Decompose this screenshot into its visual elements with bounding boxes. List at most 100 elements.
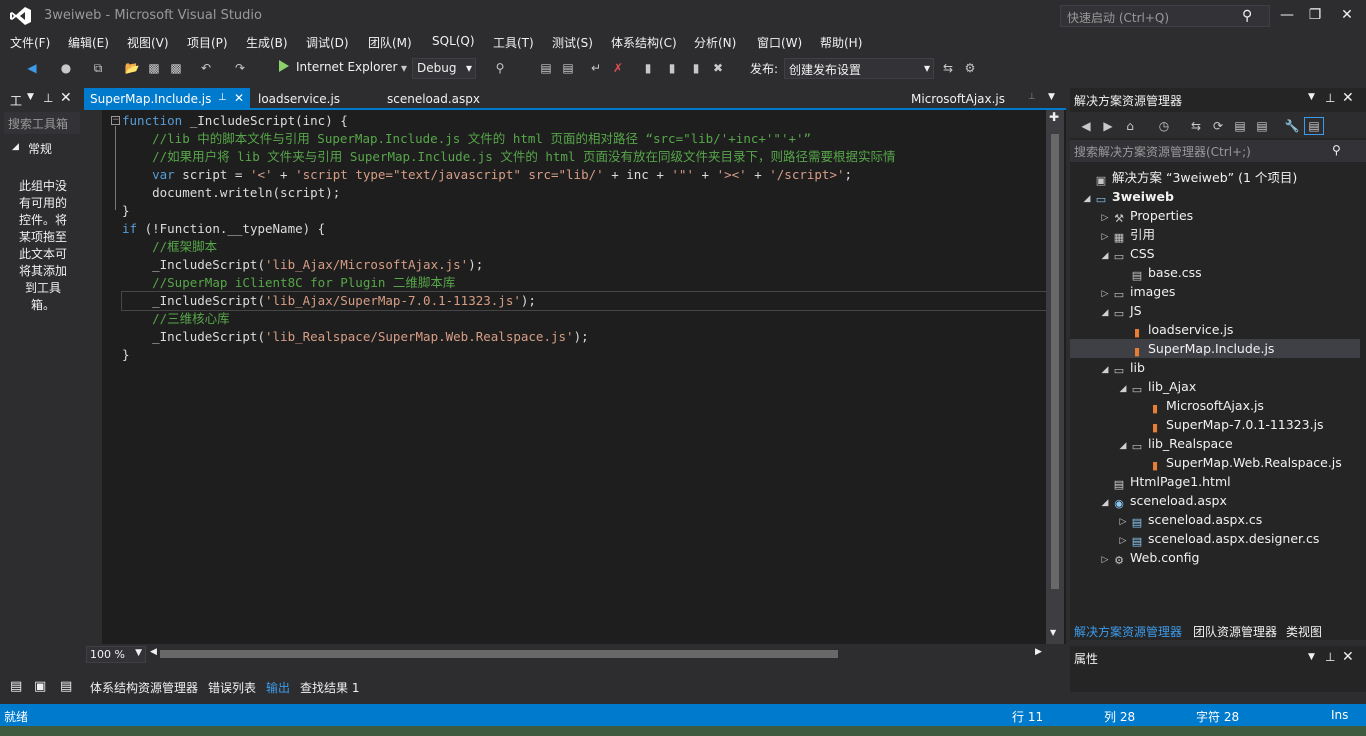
refresh-icon[interactable]: ⟳ <box>1210 118 1226 134</box>
menu-build[interactable]: 生成(B) <box>246 34 288 51</box>
bookmark-icon[interactable]: ▮ <box>640 60 656 76</box>
back-icon[interactable]: ◀ <box>24 60 40 76</box>
menu-team[interactable]: 团队(M) <box>368 34 412 51</box>
collapse-toggle-icon[interactable]: − <box>111 116 120 125</box>
menu-architecture[interactable]: 体系结构(C) <box>611 34 677 51</box>
tree-item[interactable]: ▮ MicrosoftAjax.js <box>1070 396 1360 415</box>
restore-button[interactable]: ❐ <box>1300 4 1330 26</box>
tree-item[interactable]: ◢ ▭ lib_Ajax <box>1070 377 1360 396</box>
publish-select[interactable]: 创建发布设置 ▾ <box>784 58 934 79</box>
search-icon[interactable]: ⚲ <box>1332 143 1341 157</box>
toolbox-icon[interactable]: ▤ <box>60 679 72 694</box>
minimize-button[interactable]: — <box>1272 4 1302 26</box>
tree-item[interactable]: ▮ SuperMap-7.0.1-11323.js <box>1070 415 1360 434</box>
pin-icon[interactable]: ⊥ <box>43 91 53 105</box>
pin-icon[interactable]: ⊥ <box>218 92 227 103</box>
tree-item[interactable]: ▤ base.css <box>1070 263 1360 282</box>
menu-test[interactable]: 测试(S) <box>552 34 593 51</box>
tab-microsoftajax[interactable]: MicrosoftAjax.js <box>905 88 1011 110</box>
tab-sceneload[interactable]: sceneload.aspx <box>381 88 486 110</box>
chevron-down-icon[interactable]: ▼ <box>27 92 34 102</box>
tab-solution-explorer[interactable]: 解决方案资源管理器 <box>1074 623 1182 640</box>
undo-icon[interactable]: ↶ <box>198 60 214 76</box>
vertical-scrollbar[interactable]: ✚ ▼ <box>1046 110 1064 644</box>
search-icon[interactable]: ⚲ <box>1242 8 1258 24</box>
chevron-down-icon[interactable]: ▼ <box>1308 652 1315 662</box>
uncomment-icon[interactable]: ✗ <box>610 60 626 76</box>
save-icon[interactable]: ▩ <box>146 60 162 76</box>
collapsed-triangle-icon[interactable]: ▷ <box>1098 551 1112 570</box>
configuration-select[interactable]: Debug ▾ <box>412 58 476 79</box>
tab-team-explorer[interactable]: 团队资源管理器 <box>1193 623 1277 640</box>
close-icon[interactable]: ✕ <box>1342 649 1354 665</box>
menu-view[interactable]: 视图(V) <box>127 34 169 51</box>
pin-icon[interactable]: ⊥ <box>1028 92 1036 102</box>
tab-overflow-chevron-icon[interactable]: ▼ <box>1048 92 1055 102</box>
tree-item[interactable]: ◢ ▭ CSS <box>1070 244 1360 263</box>
tab-class-view[interactable]: 类视图 <box>1286 623 1322 640</box>
tree-item[interactable]: ◢ ▭ lib_Realspace <box>1070 434 1360 453</box>
menu-sql[interactable]: SQL(Q) <box>432 34 475 48</box>
close-button[interactable]: ✕ <box>1332 4 1362 26</box>
tree-item[interactable]: ▷ ▤ sceneload.aspx.designer.cs <box>1070 529 1360 548</box>
properties-wrench-icon[interactable]: 🔧 <box>1284 118 1300 134</box>
settings-gear-icon[interactable]: ⚙ <box>962 60 978 76</box>
prev-bookmark-icon[interactable]: ▮ <box>664 60 680 76</box>
tab-supermap-include[interactable]: SuperMap.Include.js ⊥ ✕ <box>84 88 250 110</box>
save-all-icon[interactable]: ▩ <box>168 60 184 76</box>
tree-item[interactable]: ◢ ◉ sceneload.aspx <box>1070 491 1360 510</box>
server-explorer-icon[interactable]: ▤ <box>10 679 22 694</box>
menu-debug[interactable]: 调试(D) <box>306 34 349 51</box>
sync-icon[interactable]: ⇆ <box>1188 118 1204 134</box>
toolbox-group-general[interactable]: ◢ 常规 <box>12 140 52 157</box>
forward-icon[interactable]: ● <box>58 60 74 76</box>
chevron-down-icon[interactable]: ▾ <box>396 60 412 76</box>
image-icon[interactable]: ▣ <box>34 679 46 694</box>
scroll-left-icon[interactable]: ◀ <box>150 647 157 657</box>
collapse-all-icon[interactable]: ▤ <box>1232 118 1248 134</box>
menu-tools[interactable]: 工具(T) <box>493 34 534 51</box>
tab-find-results[interactable]: 查找结果 1 <box>300 679 359 696</box>
sync-icon[interactable]: ⇆ <box>940 60 956 76</box>
tab-error-list[interactable]: 错误列表 <box>208 679 256 696</box>
zoom-select[interactable]: 100 % ▼ <box>86 646 146 663</box>
chevron-down-icon[interactable]: ▼ <box>1308 92 1315 102</box>
tree-item[interactable]: ▷ ⚒ Properties <box>1070 206 1360 225</box>
tree-item[interactable]: ▷ ⚙ Web.config <box>1070 548 1360 567</box>
home-icon[interactable]: ⌂ <box>1122 118 1138 134</box>
back-icon[interactable]: ◀ <box>1078 118 1094 134</box>
close-icon[interactable]: ✕ <box>1342 90 1354 106</box>
open-file-icon[interactable]: 📂 <box>124 60 140 76</box>
find-icon[interactable]: ⚲ <box>492 60 508 76</box>
pin-icon[interactable]: ⊥ <box>1325 91 1335 105</box>
code-editor[interactable]: − function _IncludeScript(inc) { //lib 中… <box>84 110 1066 644</box>
tree-item[interactable]: ▮ SuperMap.Web.Realspace.js <box>1070 453 1360 472</box>
tree-item[interactable]: ▤ HtmlPage1.html <box>1070 472 1360 491</box>
scroll-down-icon[interactable]: ▼ <box>1050 628 1056 637</box>
forward-icon[interactable]: ▶ <box>1100 118 1116 134</box>
menu-edit[interactable]: 编辑(E) <box>68 34 109 51</box>
history-icon[interactable]: ◷ <box>1156 118 1172 134</box>
clear-bookmarks-icon[interactable]: ✖ <box>710 60 726 76</box>
menu-help[interactable]: 帮助(H) <box>820 34 862 51</box>
comment-icon[interactable]: ↵ <box>588 60 604 76</box>
tree-item[interactable]: ▣ 解决方案 “3weiweb” (1 个项目) <box>1070 168 1360 187</box>
indent-icon[interactable]: ▤ <box>538 60 554 76</box>
tree-item[interactable]: ◢ ▭ lib <box>1070 358 1360 377</box>
menu-analyze[interactable]: 分析(N) <box>694 34 736 51</box>
menu-project[interactable]: 项目(P) <box>187 34 228 51</box>
scroll-right-icon[interactable]: ▶ <box>1035 647 1042 657</box>
outdent-icon[interactable]: ▤ <box>560 60 576 76</box>
solution-search-input[interactable]: 搜索解决方案资源管理器(Ctrl+;) <box>1070 140 1366 162</box>
show-all-files-icon[interactable]: ▤ <box>1254 118 1270 134</box>
redo-icon[interactable]: ↷ <box>232 60 248 76</box>
tree-item[interactable]: ◢ ▭ 3weiweb <box>1070 187 1360 206</box>
tree-item[interactable]: ◢ ▭ JS <box>1070 301 1360 320</box>
tab-output[interactable]: 输出 <box>266 679 290 696</box>
play-icon[interactable] <box>279 60 289 72</box>
pin-icon[interactable]: ⊥ <box>1325 650 1335 664</box>
new-project-icon[interactable]: ⧉ <box>90 60 106 76</box>
tree-item[interactable]: ▮ SuperMap.Include.js <box>1070 339 1360 358</box>
tab-loadservice[interactable]: loadservice.js <box>252 88 346 110</box>
tab-architecture-explorer[interactable]: 体系结构资源管理器 <box>90 679 198 696</box>
